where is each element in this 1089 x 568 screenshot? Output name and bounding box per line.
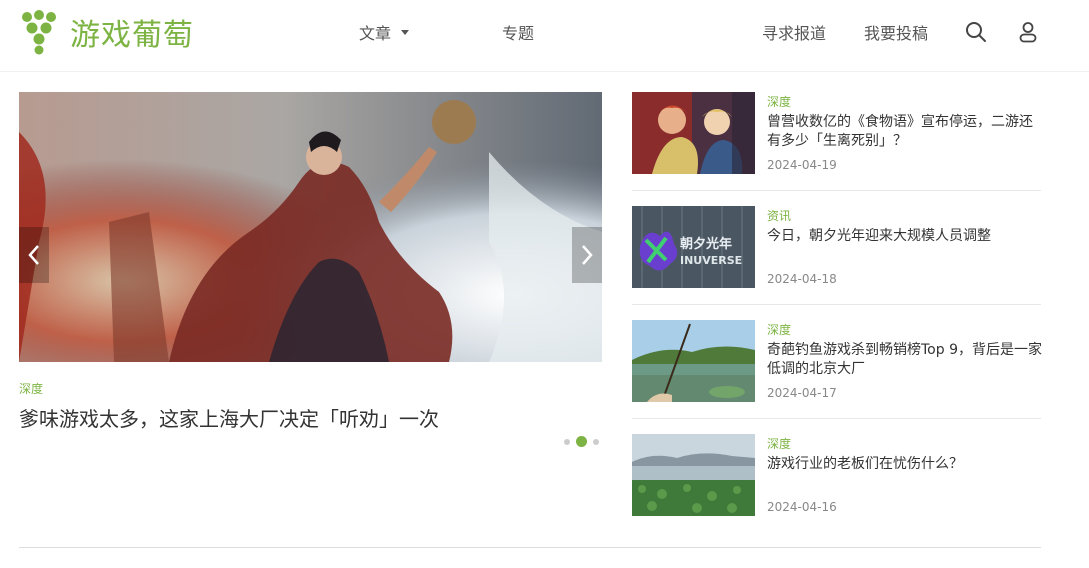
user-account-button[interactable] bbox=[1016, 20, 1040, 44]
nav-submit-article[interactable]: 我要投稿 bbox=[864, 21, 928, 43]
article-thumbnail[interactable] bbox=[632, 434, 755, 516]
chevron-right-icon bbox=[582, 245, 593, 265]
list-item-category[interactable]: 资讯 bbox=[767, 207, 791, 224]
list-item-date: 2024-04-18 bbox=[767, 272, 837, 286]
carousel-pagination bbox=[564, 436, 599, 447]
lake-landscape-thumbnail-icon bbox=[632, 434, 755, 516]
site-logo[interactable]: 游戏葡萄 bbox=[18, 8, 194, 56]
nav-topics-label: 专题 bbox=[502, 24, 535, 43]
section-divider bbox=[19, 547, 1041, 548]
nav-submit-label: 我要投稿 bbox=[864, 24, 929, 43]
nav-articles-label: 文章 bbox=[359, 24, 392, 43]
brand-name: 游戏葡萄 bbox=[70, 18, 194, 53]
list-item-category[interactable]: 深度 bbox=[767, 93, 791, 110]
nav-seek-coverage[interactable]: 寻求报道 bbox=[762, 21, 826, 43]
anime-characters-thumbnail-icon bbox=[632, 92, 755, 174]
list-item-date: 2024-04-17 bbox=[767, 386, 837, 400]
list-item[interactable]: 深度 游戏行业的老板们在忧伤什么？ 2024-04-16 bbox=[632, 434, 1041, 516]
carousel-dot[interactable] bbox=[593, 438, 599, 445]
chevron-down-icon bbox=[401, 29, 410, 35]
thumb-text-english: INUVERSE bbox=[680, 254, 742, 267]
list-item-title[interactable]: 游戏行业的老板们在忧伤什么？ bbox=[767, 455, 1043, 474]
list-item-category[interactable]: 深度 bbox=[767, 321, 791, 338]
list-item-category[interactable]: 深度 bbox=[767, 435, 791, 452]
article-thumbnail[interactable]: 朝夕光年 INUVERSE bbox=[632, 206, 755, 288]
carousel-prev-button[interactable] bbox=[19, 227, 49, 283]
inuverse-logo-thumbnail-icon: 朝夕光年 INUVERSE bbox=[632, 206, 755, 288]
list-divider bbox=[632, 304, 1041, 305]
carousel-next-button[interactable] bbox=[572, 227, 602, 283]
list-item[interactable]: 深度 曾营收数亿的《食物语》宣布停运，二游还有多少「生离死别」？ 2024-04… bbox=[632, 92, 1041, 174]
thumb-text-chinese: 朝夕光年 bbox=[680, 236, 732, 252]
chevron-left-icon bbox=[28, 245, 39, 265]
list-item-title[interactable]: 奇葩钓鱼游戏杀到畅销榜Top 9，背后是一家低调的北京大厂 bbox=[767, 341, 1043, 379]
list-item-title[interactable]: 曾营收数亿的《食物语》宣布停运，二游还有多少「生离死别」？ bbox=[767, 113, 1043, 151]
featured-carousel-image[interactable] bbox=[19, 92, 602, 362]
featured-slide-illustration bbox=[19, 92, 602, 362]
list-item[interactable]: 深度 奇葩钓鱼游戏杀到畅销榜Top 9，背后是一家低调的北京大厂 2024-04… bbox=[632, 320, 1043, 402]
carousel-dot-active[interactable] bbox=[576, 436, 587, 447]
grape-logo-icon bbox=[22, 10, 56, 55]
user-icon bbox=[1019, 22, 1037, 43]
site-header: 游戏葡萄 文章 专题 寻求报道 我要投稿 bbox=[0, 0, 1089, 72]
search-button[interactable] bbox=[964, 20, 988, 44]
list-item-title[interactable]: 今日，朝夕光年迎来大规模人员调整 bbox=[767, 227, 1043, 246]
article-thumbnail[interactable] bbox=[632, 320, 755, 402]
featured-category-tag[interactable]: 深度 bbox=[19, 380, 43, 397]
list-item-date: 2024-04-16 bbox=[767, 500, 837, 514]
nav-report-label: 寻求报道 bbox=[762, 24, 827, 43]
nav-articles[interactable]: 文章 bbox=[359, 21, 410, 43]
list-divider bbox=[632, 190, 1041, 191]
fishing-lake-thumbnail-icon bbox=[632, 320, 755, 402]
list-divider bbox=[632, 418, 1041, 419]
list-item[interactable]: 朝夕光年 INUVERSE 资讯 今日，朝夕光年迎来大规模人员调整 2024-0… bbox=[632, 206, 1041, 288]
article-thumbnail[interactable] bbox=[632, 92, 755, 174]
featured-article-title[interactable]: 爹味游戏太多，这家上海大厂决定「听劝」一次 bbox=[19, 403, 439, 432]
list-item-date: 2024-04-19 bbox=[767, 158, 837, 172]
carousel-dot[interactable] bbox=[564, 438, 570, 445]
nav-topics[interactable]: 专题 bbox=[502, 21, 534, 43]
search-icon bbox=[966, 22, 986, 42]
